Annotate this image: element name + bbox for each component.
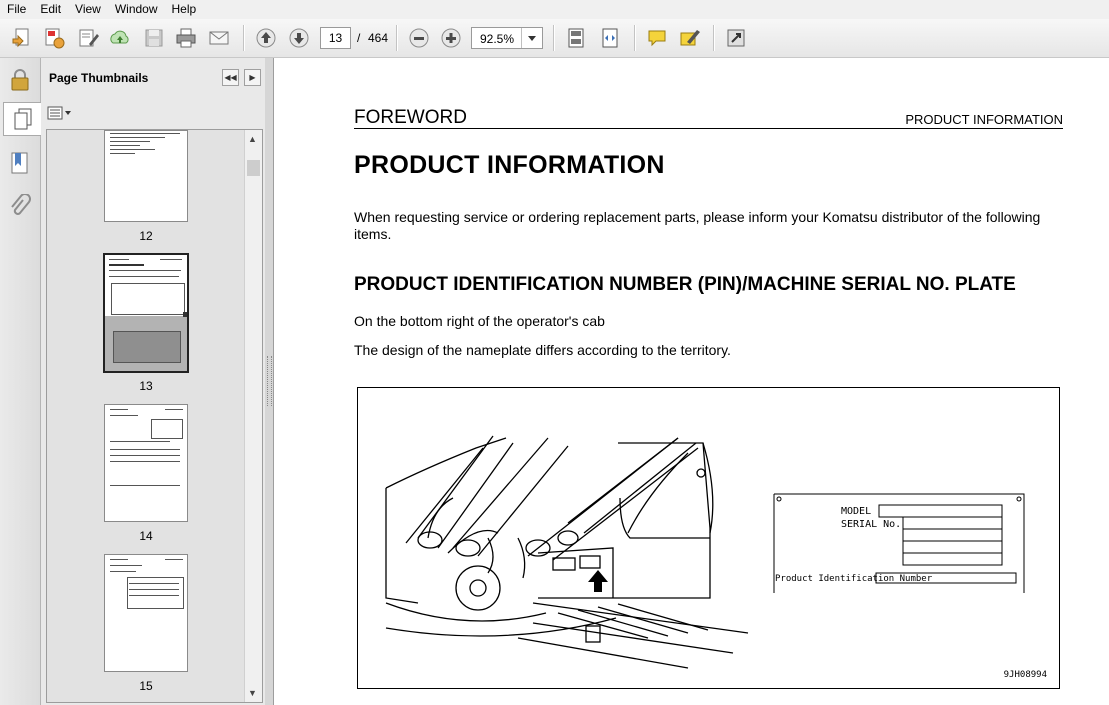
save-icon[interactable] [141,25,167,51]
zoom-select[interactable]: 92.5% [471,27,543,49]
figure-code: 9JH08994 [1003,670,1047,680]
nameplate-figure: MODEL SERIAL No. Product Identification … [357,387,1060,689]
panel-arrow-button[interactable]: ▶ [244,69,261,86]
page-number-input[interactable] [320,27,351,49]
scroll-up-icon[interactable]: ▲ [248,134,257,144]
toolbar [0,19,1109,58]
thumbnail-scrollbar[interactable]: ▲ ▼ [244,130,262,702]
thumbnail-label-13: 13 [139,379,153,393]
fullscreen-icon[interactable] [723,25,749,51]
panel-title: Page Thumbnails [49,71,149,85]
collapse-panel-button[interactable]: ◀◀ [222,69,239,86]
comment-icon[interactable] [644,25,670,51]
plate-serial-label: SERIAL No. [841,519,902,530]
menu-view[interactable]: View [68,0,108,19]
scroll-down-icon[interactable]: ▼ [248,688,257,698]
plate-model-label: MODEL [841,506,872,517]
location-paragraph: On the bottom right of the operator's ca… [354,313,605,329]
chevron-down-icon[interactable] [521,28,542,48]
zoom-value: 92.5% [480,32,515,46]
menu-window[interactable]: Window [108,0,165,19]
next-page-icon[interactable] [286,25,312,51]
convert-icon[interactable] [41,25,67,51]
fit-page-icon[interactable] [563,25,589,51]
running-header-right: PRODUCT INFORMATION [905,112,1063,127]
header-rule [354,128,1063,129]
page-separator: / [357,31,361,45]
upload-icon[interactable] [107,25,133,51]
scrollbar-thumb[interactable] [247,160,260,176]
intro-paragraph: When requesting service or ordering repl… [354,209,1041,242]
page-total: 464 [368,31,389,45]
print-icon[interactable] [173,25,199,51]
bookmarks-icon[interactable] [4,148,36,180]
thumbnail-page-12[interactable] [104,130,188,222]
create-pdf-icon[interactable] [9,25,35,51]
document-view[interactable]: FOREWORD PRODUCT INFORMATION PRODUCT INF… [274,58,1109,705]
attachments-icon[interactable] [4,191,36,223]
thumbnail-label-14: 14 [139,529,153,543]
highlight-icon[interactable] [677,25,703,51]
zoom-in-icon[interactable] [438,25,464,51]
menu-file[interactable]: File [0,0,33,19]
thumbnail-page-13[interactable] [103,253,189,373]
thumbnail-page-15[interactable] [104,554,188,672]
fit-width-icon[interactable] [597,25,623,51]
zoom-out-icon[interactable] [406,25,432,51]
plate-pin-label: Product Identification Number [775,574,933,584]
thumbnails-panel: Page Thumbnails ◀◀ ▶ 12 13 14 15 ▲ ▼ [41,58,266,705]
lock-icon[interactable] [4,64,36,96]
thumbnail-page-14[interactable] [104,404,188,522]
section-title: PRODUCT IDENTIFICATION NUMBER (PIN)/MACH… [354,274,1016,295]
thumbnail-label-15: 15 [139,679,153,693]
menu-edit[interactable]: Edit [33,0,68,19]
machine-illustration [385,435,1025,669]
navigation-rail [0,58,41,705]
edit-icon[interactable] [75,25,101,51]
panel-splitter[interactable] [265,58,274,705]
running-header-left: FOREWORD [354,107,467,128]
thumbnail-label-12: 12 [139,229,153,243]
menu-help[interactable]: Help [165,0,204,19]
page-thumbnails-icon[interactable] [3,102,41,136]
thumbnail-list[interactable]: 12 13 14 15 ▲ ▼ [46,129,263,703]
email-icon[interactable] [206,25,232,51]
page-title: PRODUCT INFORMATION [354,151,665,179]
design-paragraph: The design of the nameplate differs acco… [354,342,731,358]
menu-bar: File Edit View Window Help [0,0,1109,19]
prev-page-icon[interactable] [253,25,279,51]
thumbnail-options-button[interactable] [47,105,73,121]
